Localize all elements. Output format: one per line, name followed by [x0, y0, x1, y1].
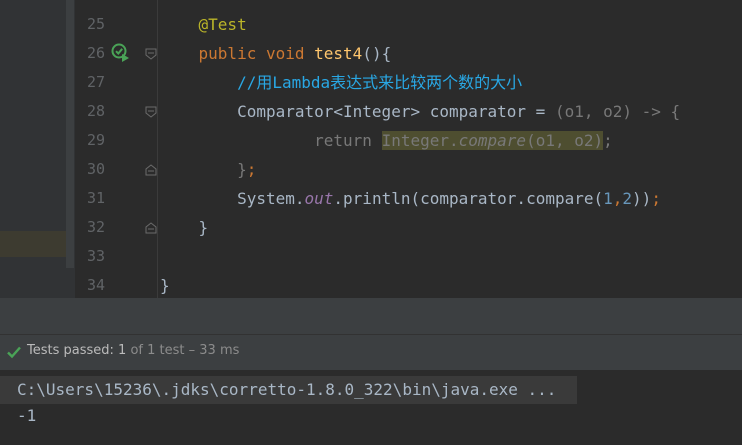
- code-line: System.out.println(comparator.compare(1,…: [160, 184, 661, 213]
- run-test-icon[interactable]: [111, 43, 131, 63]
- code-line: return Integer.compare(o1, o2);: [160, 126, 613, 155]
- fold-collapse-icon[interactable]: [145, 48, 157, 60]
- keyword: public: [198, 44, 257, 63]
- brace: }: [160, 276, 170, 295]
- passed-count: 1: [118, 343, 127, 358]
- panel-divider[interactable]: [0, 298, 742, 334]
- number: 2: [622, 189, 633, 208]
- run-console[interactable]: C:\Users\15236\.jdks\corretto-1.8.0_322\…: [0, 370, 742, 445]
- comma: ,: [612, 189, 623, 208]
- tool-strip-separator: [66, 0, 74, 268]
- line-number: 30: [86, 160, 105, 178]
- tool-strip-highlight: [0, 231, 66, 257]
- semicolon: ;: [246, 160, 257, 179]
- brace: }: [198, 218, 209, 237]
- highlighted-expression: Integer.compare(o1, o2): [381, 131, 604, 150]
- number: 1: [603, 189, 613, 208]
- code-text: )): [632, 189, 652, 208]
- comment: //用Lambda表达式来比较两个数的大小: [237, 73, 523, 92]
- keyword: void: [265, 44, 305, 63]
- test-summary: of 1 test – 33 ms: [130, 343, 240, 358]
- semicolon: ;: [651, 189, 661, 208]
- code-text: (o1, o2): [526, 131, 604, 150]
- code-line: public void test4(){: [160, 39, 392, 68]
- fold-collapse-icon[interactable]: [145, 106, 157, 118]
- lambda-params: (o1, o2) -> {: [554, 102, 681, 121]
- fold-end-icon[interactable]: [145, 164, 157, 176]
- code-line: Comparator<Integer> comparator = (o1, o2…: [160, 97, 680, 126]
- semicolon: ;: [603, 131, 613, 150]
- keyword: return: [314, 131, 372, 150]
- line-number: 25: [86, 15, 105, 33]
- line-number: 26: [86, 44, 105, 62]
- code-line: }: [160, 271, 170, 298]
- fold-end-icon[interactable]: [145, 222, 157, 234]
- line-number: 29: [86, 131, 105, 149]
- test-status-text: Tests passed: 1 of 1 test – 33 ms: [27, 343, 239, 358]
- line-number: 27: [86, 73, 105, 91]
- code-line: //用Lambda表达式来比较两个数的大小: [160, 68, 522, 97]
- method-name: compare: [458, 131, 527, 150]
- code-text: Comparator<Integer> comparator =: [237, 102, 555, 121]
- static-field: out: [304, 189, 334, 208]
- code-line: @Test: [160, 10, 247, 39]
- code-line: };: [160, 155, 256, 184]
- class-name: Integer.: [381, 131, 459, 150]
- code-line: }: [160, 213, 209, 242]
- code-text: .println(comparator.compare(: [333, 189, 604, 208]
- annotation: @Test: [198, 15, 247, 34]
- console-command[interactable]: C:\Users\15236\.jdks\corretto-1.8.0_322\…: [17, 376, 556, 404]
- test-status-bar: Tests passed: 1 of 1 test – 33 ms: [0, 334, 742, 371]
- line-number: 34: [86, 276, 105, 294]
- code-text: (){: [362, 44, 392, 63]
- code-editor[interactable]: 24 25 26 27 28 29 30 31 32 33 34 @Test p…: [0, 0, 742, 298]
- gutter-separator: [157, 0, 158, 298]
- console-output: -1: [17, 406, 37, 425]
- method-name: test4: [314, 44, 363, 63]
- check-icon: [7, 346, 21, 359]
- line-number: 32: [86, 218, 105, 236]
- line-number: 24: [75, 0, 105, 10]
- line-number: 31: [86, 189, 105, 207]
- tests-passed-label: Tests passed:: [27, 343, 114, 358]
- line-number: 33: [86, 247, 105, 265]
- code-text: System.: [237, 189, 305, 208]
- brace: }: [237, 160, 247, 179]
- line-number: 28: [86, 102, 105, 120]
